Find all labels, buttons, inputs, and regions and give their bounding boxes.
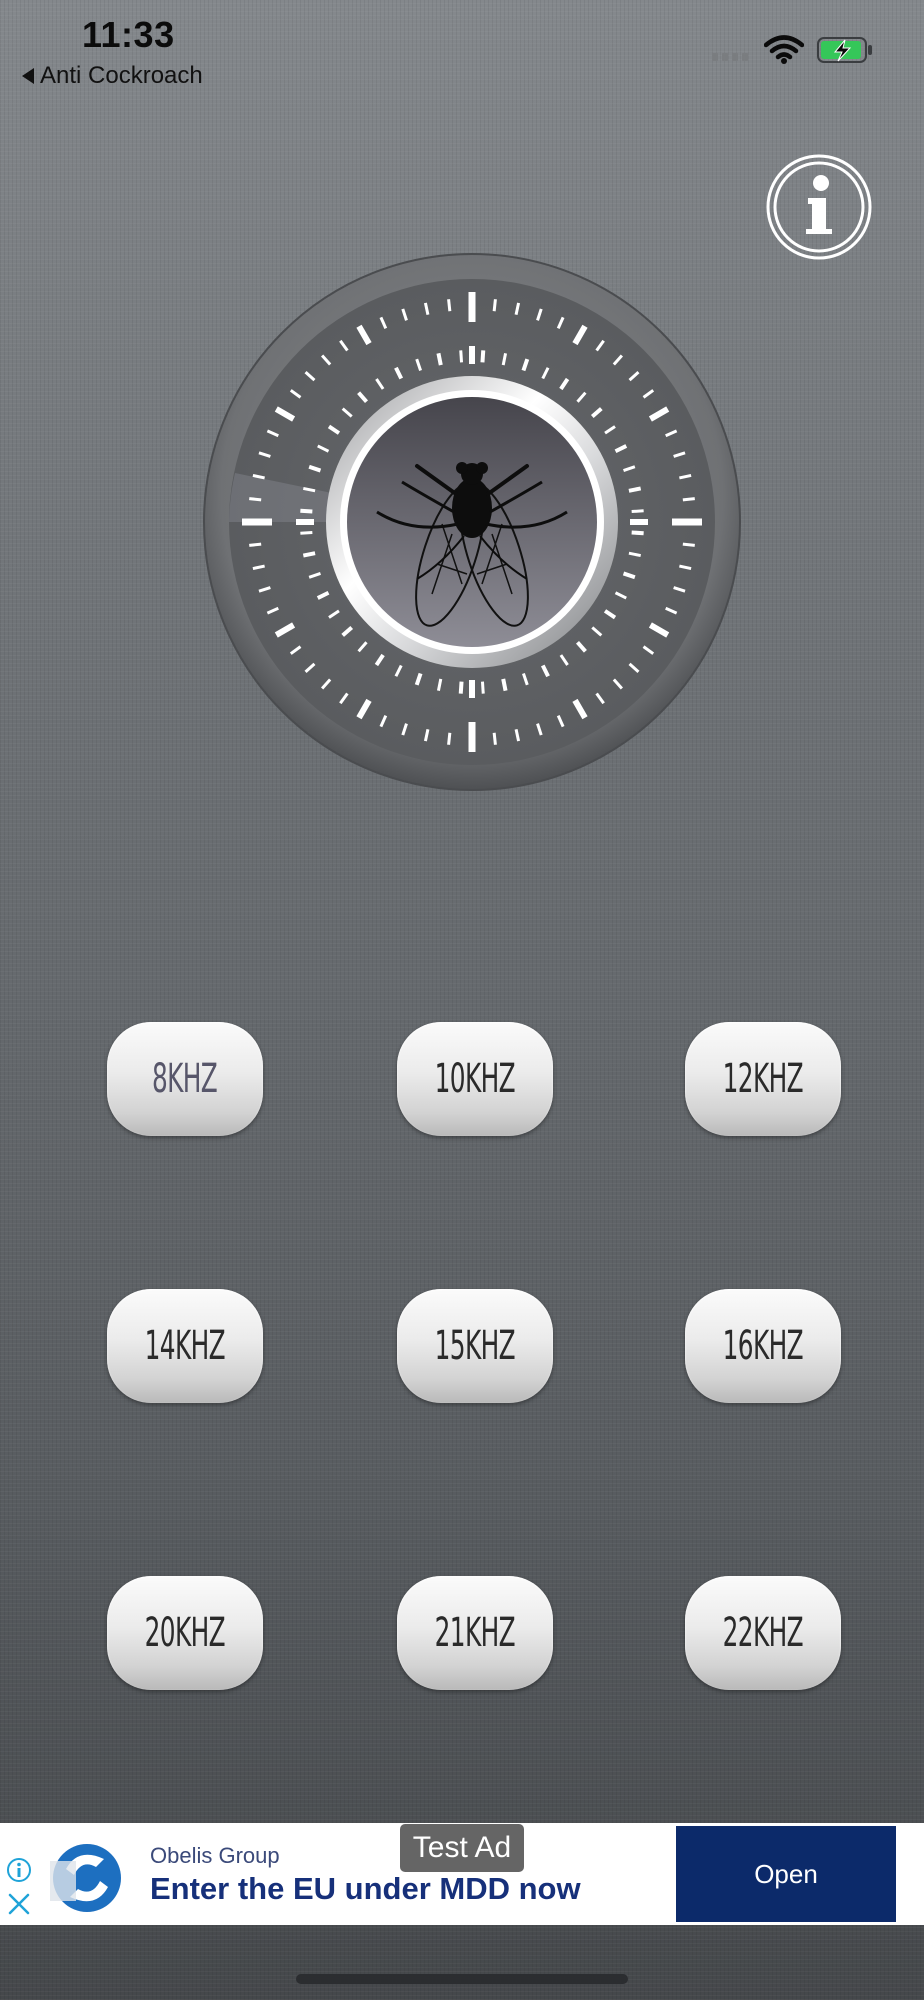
ad-advertiser-name: Obelis Group <box>150 1843 280 1868</box>
frequency-label: 15KHZ <box>434 1323 516 1369</box>
frequency-button-10khz[interactable]: 10KHZ <box>397 1022 553 1136</box>
frequency-button-21khz[interactable]: 21KHZ <box>397 1576 553 1690</box>
frequency-button-grid: 8KHZ 10KHZ 12KHZ 14KHZ 15KHZ 16KHZ 20KHZ… <box>0 0 924 1800</box>
frequency-button-8khz[interactable]: 8KHZ <box>107 1022 263 1136</box>
frequency-label: 22KHZ <box>722 1610 804 1656</box>
ad-open-button[interactable]: Open <box>676 1826 896 1922</box>
frequency-label: 12KHZ <box>722 1056 804 1102</box>
frequency-button-16khz[interactable]: 16KHZ <box>685 1289 841 1403</box>
frequency-label: 21KHZ <box>434 1610 516 1656</box>
frequency-label: 10KHZ <box>434 1056 516 1102</box>
frequency-button-22khz[interactable]: 22KHZ <box>685 1576 841 1690</box>
frequency-button-12khz[interactable]: 12KHZ <box>685 1022 841 1136</box>
ad-info-icon[interactable] <box>6 1857 32 1883</box>
home-indicator[interactable] <box>296 1974 628 1984</box>
frequency-label: 14KHZ <box>144 1323 226 1369</box>
advertiser-logo <box>50 1844 121 1912</box>
ad-headline: Enter the EU under MDD now <box>150 1871 581 1906</box>
frequency-label: 20KHZ <box>144 1610 226 1656</box>
ad-close-icon[interactable] <box>6 1891 32 1917</box>
frequency-label: 16KHZ <box>722 1323 804 1369</box>
frequency-label: 8KHZ <box>152 1056 218 1102</box>
frequency-button-15khz[interactable]: 15KHZ <box>397 1289 553 1403</box>
frequency-button-14khz[interactable]: 14KHZ <box>107 1289 263 1403</box>
test-ad-label: Test Ad <box>400 1824 524 1872</box>
frequency-button-20khz[interactable]: 20KHZ <box>107 1576 263 1690</box>
